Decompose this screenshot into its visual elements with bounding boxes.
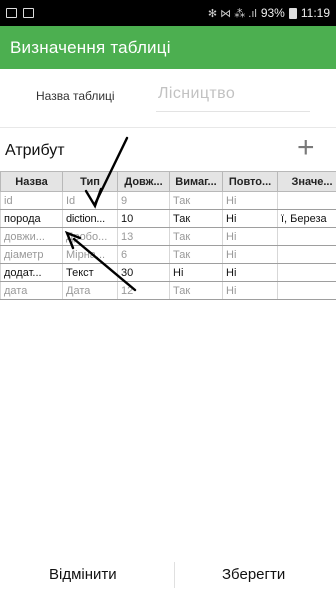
cell-repeat: Ні bbox=[222, 281, 278, 300]
cell-values bbox=[277, 281, 336, 300]
cell-length: 12 bbox=[117, 281, 170, 300]
cell-type: Id bbox=[62, 191, 118, 210]
attribute-header: Атрибут + bbox=[0, 127, 336, 172]
table-name-label: Назва таблиці bbox=[36, 89, 115, 103]
table-row[interactable]: id Id 9 Так Ні bbox=[0, 191, 336, 210]
cell-repeat: Ні bbox=[222, 227, 278, 246]
footer-bar: Відмінити Зберегти bbox=[0, 552, 336, 592]
cell-values bbox=[277, 191, 336, 210]
cell-required: Так bbox=[169, 209, 223, 228]
cell-required: Ні bbox=[169, 263, 223, 282]
cell-type: Дробо... bbox=[62, 227, 118, 246]
cell-repeat: Ні bbox=[222, 245, 278, 264]
cell-name: дата bbox=[0, 281, 63, 300]
table-name-underline bbox=[156, 111, 310, 112]
cell-name: id bbox=[0, 191, 63, 210]
status-bar: ✻ ⋈ ⁂ .ıl 93% 11:19 bbox=[0, 0, 336, 26]
column-header-values[interactable]: Значе... bbox=[277, 171, 336, 192]
battery-icon bbox=[288, 7, 297, 19]
table-row[interactable]: додат... Текст 30 Ні Ні bbox=[0, 263, 336, 282]
cell-required: Так bbox=[169, 227, 223, 246]
cell-length: 30 bbox=[117, 263, 170, 282]
cell-repeat: Ні bbox=[222, 263, 278, 282]
cell-values bbox=[277, 263, 336, 282]
cell-type: Текст bbox=[62, 263, 118, 282]
table-name-field[interactable]: Лісництво bbox=[158, 85, 235, 103]
cell-repeat: Ні bbox=[222, 209, 278, 228]
cell-values: ї, Береза bbox=[277, 209, 336, 228]
column-header-type[interactable]: Тип bbox=[62, 171, 118, 192]
table-row[interactable]: довжи... Дробо... 13 Так Ні bbox=[0, 227, 336, 246]
cell-required: Так bbox=[169, 281, 223, 300]
cell-values bbox=[277, 245, 336, 264]
clock: 11:19 bbox=[300, 6, 330, 20]
cell-name: порода bbox=[0, 209, 63, 228]
app-bar: Визначення таблиці bbox=[0, 26, 336, 69]
attribute-table: Назва Тип Довж... Вимаг... Повто... Знач… bbox=[0, 171, 336, 300]
cell-required: Так bbox=[169, 191, 223, 210]
cell-name: діаметр bbox=[0, 245, 63, 264]
page-title: Визначення таблиці bbox=[10, 38, 171, 57]
screenshot-icon bbox=[23, 8, 34, 18]
cell-type: Мірна... bbox=[62, 245, 118, 264]
table-name-row: Назва таблиці Лісництво bbox=[0, 69, 336, 127]
column-header-name[interactable]: Назва bbox=[0, 171, 63, 192]
footer-divider bbox=[174, 562, 175, 588]
cell-values bbox=[277, 227, 336, 246]
plus-icon[interactable]: + bbox=[297, 133, 315, 163]
table-row[interactable]: діаметр Мірна... 6 Так Ні bbox=[0, 245, 336, 264]
column-header-required[interactable]: Вимаг... bbox=[169, 171, 223, 192]
cell-length: 6 bbox=[117, 245, 170, 264]
cancel-button[interactable]: Відмінити bbox=[49, 566, 117, 583]
save-button[interactable]: Зберегти bbox=[222, 566, 285, 583]
table-row[interactable]: порода diction... 10 Так Ні ї, Береза bbox=[0, 209, 336, 228]
column-header-repeat[interactable]: Повто... bbox=[222, 171, 278, 192]
column-header-length[interactable]: Довж... bbox=[117, 171, 170, 192]
table-header-row: Назва Тип Довж... Вимаг... Повто... Знач… bbox=[0, 171, 336, 192]
cell-required: Так bbox=[169, 245, 223, 264]
gallery-icon bbox=[6, 8, 17, 18]
cell-name: додат... bbox=[0, 263, 63, 282]
cell-repeat: Ні bbox=[222, 191, 278, 210]
cell-type: Дата bbox=[62, 281, 118, 300]
attribute-section-title: Атрибут bbox=[5, 142, 65, 159]
signal-icons: ✻ ⋈ ⁂ .ıl bbox=[207, 7, 257, 20]
cell-length: 10 bbox=[117, 209, 170, 228]
cell-name: довжи... bbox=[0, 227, 63, 246]
table-row[interactable]: дата Дата 12 Так Ні bbox=[0, 281, 336, 300]
cell-type: diction... bbox=[62, 209, 118, 228]
cell-length: 13 bbox=[117, 227, 170, 246]
cell-length: 9 bbox=[117, 191, 170, 210]
battery-level: 93% bbox=[260, 6, 285, 20]
